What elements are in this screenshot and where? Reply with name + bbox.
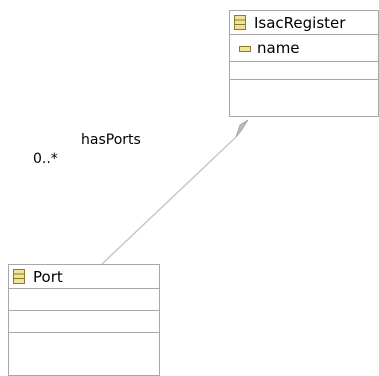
operations-compartment <box>9 311 159 333</box>
class-isacregister[interactable]: IsacRegister name <box>229 10 379 117</box>
class-name: IsacRegister <box>254 14 346 32</box>
multiplicity-label: 0..* <box>33 151 58 167</box>
class-name: Port <box>33 268 63 286</box>
empty-compartment <box>230 80 378 98</box>
class-icon <box>13 269 25 284</box>
attributes-compartment <box>9 289 159 311</box>
diagram-canvas: IsacRegister name Port hasPorts 0..* <box>0 0 379 376</box>
class-header[interactable]: IsacRegister <box>230 11 378 35</box>
class-icon <box>234 15 246 30</box>
attribute-name: name <box>257 39 300 57</box>
operations-compartment <box>230 62 378 80</box>
attribute-row[interactable]: name <box>230 35 378 62</box>
class-port[interactable]: Port <box>8 264 160 376</box>
composition-diamond <box>235 119 249 138</box>
class-header[interactable]: Port <box>9 265 159 289</box>
empty-compartment <box>9 333 159 375</box>
attribute-icon <box>239 46 251 52</box>
association-line[interactable] <box>101 136 237 265</box>
association-name-label: hasPorts <box>81 132 141 148</box>
